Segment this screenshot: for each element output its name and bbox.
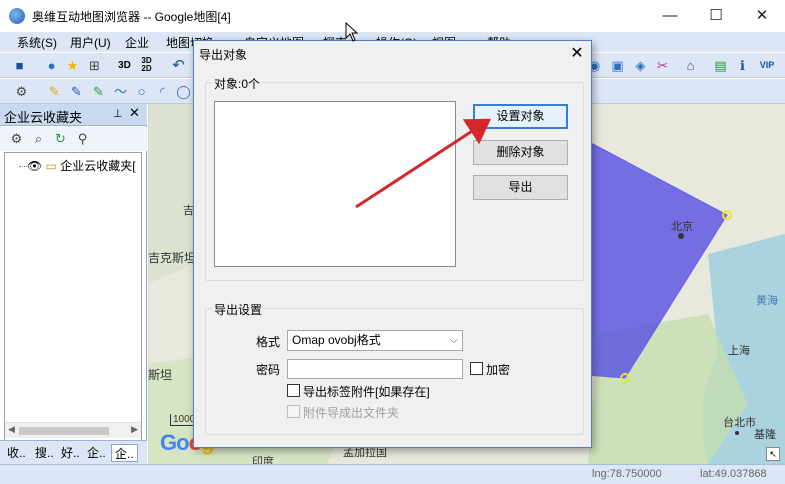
chat-icon[interactable]: ▤ xyxy=(712,57,729,74)
scrollbar-thumb[interactable] xyxy=(19,427,109,435)
tool-image-icon[interactable]: ▣ xyxy=(609,57,626,74)
panel-header: 企业云收藏夹 ⊥ ✕ xyxy=(0,104,147,126)
menu-user[interactable]: 用户(U) xyxy=(70,34,111,51)
password-label: 密码 xyxy=(256,363,281,377)
format-select[interactable]: Omap ovobj格式 ⌵ xyxy=(287,330,463,351)
map-label-stan: 斯坦 xyxy=(148,368,173,382)
export-objects-dialog: 导出对象 ✕ 对象:0个 设置对象 删除对象 导出 导出设置 格式 Omap o… xyxy=(193,40,592,448)
window-title: 奥维互动地图浏览器 -- Google地图[4] xyxy=(32,10,231,24)
minimize-button[interactable]: — xyxy=(647,0,693,32)
circle-icon[interactable]: ○ xyxy=(133,83,150,100)
map-label-beijing: 北京 xyxy=(671,221,693,233)
tab-enterprise[interactable]: 企.. xyxy=(84,444,109,462)
star-icon[interactable]: ★ xyxy=(64,57,81,74)
search-icon[interactable]: ⌕ xyxy=(30,130,47,147)
tool-map-icon[interactable]: ◈ xyxy=(632,57,649,74)
panel-toolbar: ⚙ ⌕ ↻ ⚲ xyxy=(0,127,147,151)
format-label: 格式 xyxy=(256,335,281,349)
map-label-jilong: 基隆 xyxy=(754,429,776,441)
export-settings-label: 导出设置 xyxy=(212,301,265,318)
attachments-to-folder-checkbox[interactable] xyxy=(287,405,300,418)
export-tag-attachments-checkbox[interactable] xyxy=(287,384,300,397)
settings-gear-icon[interactable]: ⚙ xyxy=(13,83,30,100)
export-button[interactable]: 导出 xyxy=(473,175,568,200)
vip-icon[interactable]: VIP xyxy=(756,57,778,74)
eye-icon[interactable]: 👁 xyxy=(27,159,42,173)
tab-friends[interactable]: 好.. xyxy=(58,444,83,462)
info-icon[interactable]: ℹ xyxy=(734,57,751,74)
panel-close-button[interactable]: ✕ xyxy=(129,105,140,121)
map-label-kyrgyzstan: 吉克斯坦 xyxy=(148,251,197,265)
menu-enterprise[interactable]: 企业 xyxy=(125,34,149,51)
dialog-title: 导出对象 xyxy=(199,48,248,62)
set-object-button[interactable]: 设置对象 xyxy=(473,104,568,129)
city-marker-icon xyxy=(735,431,739,435)
menu-system[interactable]: 系统(S) xyxy=(17,34,57,51)
close-window-button[interactable]: ✕ xyxy=(739,0,785,32)
map-label-taibei: 台北市 xyxy=(723,417,756,429)
map-label-huanghai: 黄海 xyxy=(756,295,778,307)
dialog-close-button[interactable]: ✕ xyxy=(566,43,588,65)
folder-icon: ▭ xyxy=(45,159,57,173)
export-tag-attachments-label: 导出标签附件[如果存在] xyxy=(303,385,430,399)
encrypt-label: 加密 xyxy=(486,363,511,377)
save-icon[interactable]: ■ xyxy=(11,57,28,74)
app-logo-icon xyxy=(9,8,25,24)
tree-node[interactable]: 👁 ▭ 企业云收藏夹[ xyxy=(27,157,136,174)
panel-settings-icon[interactable]: ⚙ xyxy=(8,130,25,147)
undo-icon[interactable]: ↶ xyxy=(170,57,187,74)
tab-enterprise-favorites[interactable]: 企.. xyxy=(111,444,138,462)
refresh-icon[interactable]: ↻ xyxy=(52,130,69,147)
map-label-india: 印度 xyxy=(252,456,274,464)
binoculars-icon[interactable]: ⊞ xyxy=(86,57,103,74)
objects-listbox[interactable] xyxy=(214,101,456,267)
latitude-readout: lat:49.037868 xyxy=(700,468,767,480)
map-label-shanghai: 上海 xyxy=(728,345,750,357)
chevron-down-icon: ⌵ xyxy=(449,334,458,346)
panel-tab-bar: 收.. 搜.. 好.. 企.. 企.. xyxy=(0,440,147,464)
tree-node-label: 企业云收藏夹[ xyxy=(60,159,136,173)
scissors-icon[interactable]: ✂ xyxy=(654,57,671,74)
delete-object-button[interactable]: 删除对象 xyxy=(473,140,568,165)
building-icon[interactable]: ⌂ xyxy=(682,57,699,74)
user-icon[interactable]: ● xyxy=(43,57,60,74)
longitude-readout: lng:78.750000 xyxy=(592,468,662,480)
encrypt-checkbox[interactable] xyxy=(470,362,483,375)
attachment-icon[interactable]: ⚲ xyxy=(74,130,91,147)
pin-icon[interactable]: ⊥ xyxy=(113,107,123,120)
scroll-right-icon[interactable]: ▶ xyxy=(131,424,138,435)
horizontal-scrollbar[interactable]: ◀ ▶ xyxy=(5,422,141,438)
favorites-panel: 企业云收藏夹 ⊥ ✕ ⚙ ⌕ ↻ ⚲ 👁 ▭ 企业云收藏夹[ ◀ ▶ 收.. 搜… xyxy=(0,104,147,464)
mouse-cursor-icon xyxy=(345,22,359,42)
status-bar: lng:78.750000 lat:49.037868 xyxy=(0,464,785,484)
scroll-left-icon[interactable]: ◀ xyxy=(8,424,15,435)
title-bar: 奥维互动地图浏览器 -- Google地图[4] — ☐ ✕ xyxy=(0,0,785,32)
tab-search[interactable]: 搜.. xyxy=(32,444,57,462)
format-select-value: Omap ovobj格式 xyxy=(292,333,381,347)
pin-green-icon[interactable]: ✎ xyxy=(90,83,107,100)
password-field[interactable] xyxy=(287,359,463,379)
ellipse-icon[interactable]: ◯ xyxy=(175,83,192,100)
3d-icon[interactable]: 3D xyxy=(116,57,133,74)
polyline-icon[interactable]: 〜 xyxy=(112,83,129,100)
map-scale-bar: 1000 xyxy=(170,414,196,426)
tab-favorites[interactable]: 收.. xyxy=(4,444,29,462)
favorites-tree: 👁 ▭ 企业云收藏夹[ xyxy=(4,152,142,442)
pin-yellow-icon[interactable]: ✎ xyxy=(46,83,63,100)
resize-corner-icon[interactable]: ↖ xyxy=(766,447,780,461)
panel-title: 企业云收藏夹 xyxy=(4,110,83,125)
objects-count-label: 对象:0个 xyxy=(212,75,263,92)
arc-icon[interactable]: ◜ xyxy=(154,83,171,100)
pin-blue-icon[interactable]: ✎ xyxy=(68,83,85,100)
maximize-button[interactable]: ☐ xyxy=(693,0,739,32)
attachments-to-folder-label: 附件导成出文件夹 xyxy=(303,406,400,420)
3d-2d-icon[interactable]: 3D 2D xyxy=(138,57,155,74)
